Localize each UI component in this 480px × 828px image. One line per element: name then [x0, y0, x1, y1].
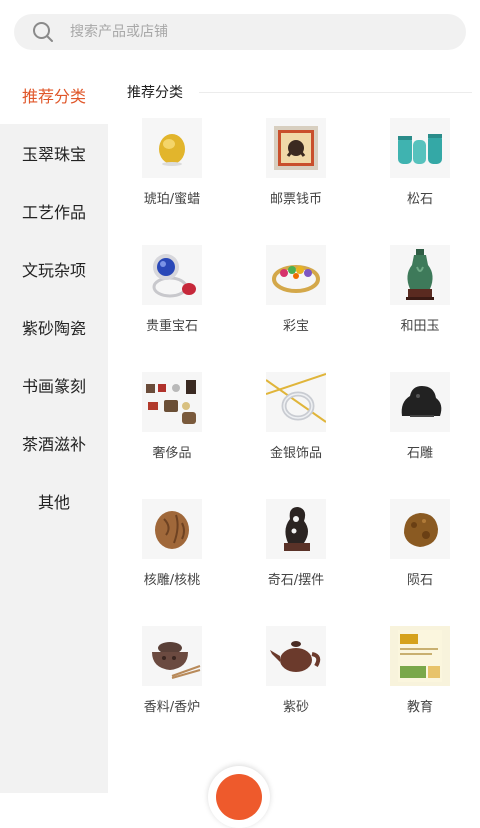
sidebar-item-calligraphy[interactable]: 书画篆刻	[0, 356, 108, 414]
category-label: 紫砂	[282, 700, 309, 715]
main-panel: 推荐分类 琥珀/蜜蜡 邮票钱币 松石 贵重宝石 彩宝 和田玉 奢侈品 金银饰品 …	[108, 66, 480, 793]
category-label: 陨石	[406, 573, 433, 588]
category-label: 琥珀/蜜蜡	[143, 192, 201, 207]
walnut-icon	[142, 499, 202, 559]
stamp-icon	[266, 118, 326, 178]
category-sidebar: 推荐分类 玉翠珠宝 工艺作品 文玩杂项 紫砂陶瓷 书画篆刻 茶酒滋补 其他	[0, 66, 108, 793]
sidebar-item-jade-jewelry[interactable]: 玉翠珠宝	[0, 124, 108, 182]
turquoise-vases-icon	[390, 118, 450, 178]
floating-action-button[interactable]	[208, 766, 270, 828]
category-item[interactable]: 琥珀/蜜蜡	[110, 118, 234, 228]
search-input[interactable]	[68, 23, 432, 41]
sidebar-item-crafts[interactable]: 工艺作品	[0, 182, 108, 240]
jade-vase-icon	[390, 245, 450, 305]
category-item[interactable]: 陨石	[358, 499, 480, 609]
search-bar[interactable]	[14, 14, 466, 50]
divider	[199, 91, 472, 93]
category-item[interactable]: 香料/香炉	[110, 626, 234, 736]
category-item[interactable]: 贵重宝石	[110, 245, 234, 355]
teapot-icon	[266, 626, 326, 686]
luxury-goods-icon	[142, 372, 202, 432]
category-item[interactable]: 金银饰品	[234, 372, 358, 482]
category-label: 教育	[406, 700, 433, 715]
category-item[interactable]: 松石	[358, 118, 480, 228]
category-item[interactable]: 彩宝	[234, 245, 358, 355]
category-item[interactable]: 核雕/核桃	[110, 499, 234, 609]
section-header: 推荐分类	[127, 82, 472, 102]
sidebar-item-other[interactable]: 其他	[0, 472, 108, 530]
sidebar-item-tea-wine[interactable]: 茶酒滋补	[0, 414, 108, 472]
sidebar-item-pottery[interactable]: 紫砂陶瓷	[0, 298, 108, 356]
section-title: 推荐分类	[127, 85, 183, 101]
category-label: 奢侈品	[152, 446, 192, 461]
category-item[interactable]: 奇石/摆件	[234, 499, 358, 609]
category-label: 松石	[406, 192, 433, 207]
silver-ring-icon	[266, 372, 326, 432]
search-icon	[32, 21, 54, 43]
category-label: 彩宝	[282, 319, 309, 334]
sapphire-ring-icon	[142, 245, 202, 305]
meteorite-icon	[390, 499, 450, 559]
education-book-icon	[390, 626, 450, 686]
category-item[interactable]: 和田玉	[358, 245, 480, 355]
category-label: 核雕/核桃	[143, 573, 201, 588]
category-item[interactable]: 邮票钱币	[234, 118, 358, 228]
gem-ring-icon	[266, 245, 326, 305]
stone-carving-icon	[390, 372, 450, 432]
category-label: 奇石/摆件	[267, 573, 325, 588]
fab-circle	[216, 774, 262, 820]
category-label: 邮票钱币	[269, 192, 322, 207]
category-item[interactable]: 奢侈品	[110, 372, 234, 482]
amber-icon	[142, 118, 202, 178]
incense-burner-icon	[142, 626, 202, 686]
category-label: 贵重宝石	[145, 319, 198, 334]
sidebar-item-collectibles[interactable]: 文玩杂项	[0, 240, 108, 298]
category-label: 香料/香炉	[143, 700, 201, 715]
category-item[interactable]: 教育	[358, 626, 480, 736]
category-label: 和田玉	[400, 319, 440, 334]
category-label: 金银饰品	[269, 446, 322, 461]
category-item[interactable]: 石雕	[358, 372, 480, 482]
sidebar-item-recommended[interactable]: 推荐分类	[0, 66, 108, 124]
category-item[interactable]: 紫砂	[234, 626, 358, 736]
rock-ornament-icon	[266, 499, 326, 559]
category-label: 石雕	[406, 446, 433, 461]
